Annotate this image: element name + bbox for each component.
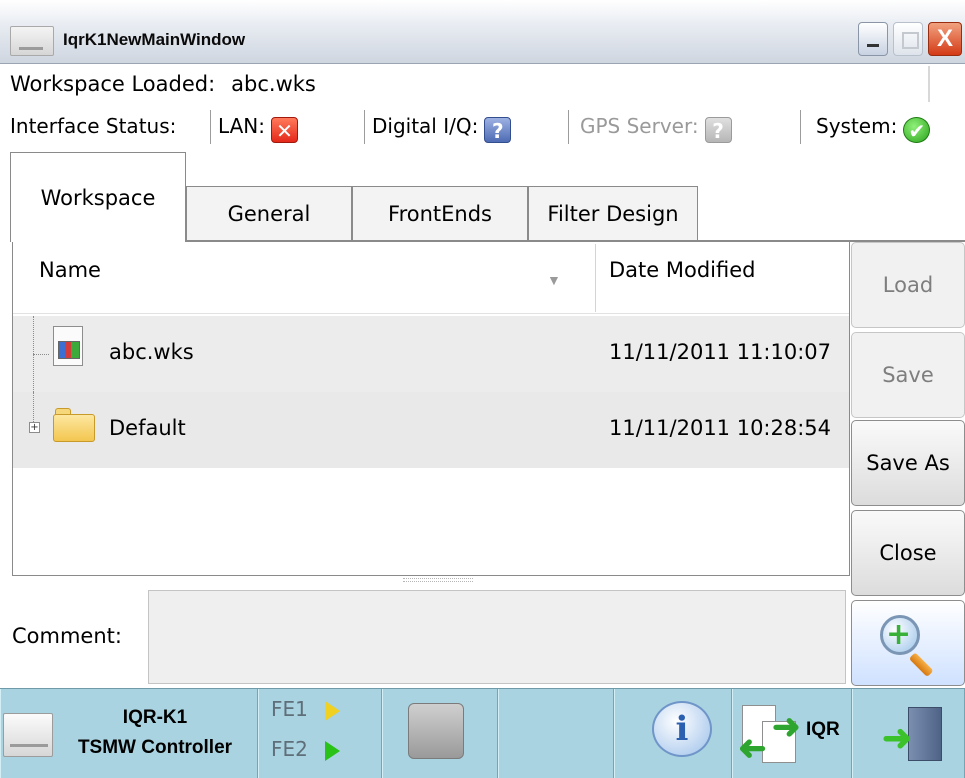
expand-plus-icon[interactable]: +: [29, 422, 40, 433]
controller-line-2: TSMW Controller: [77, 737, 233, 758]
digital-iq-status: Digital I/Q:?: [372, 114, 512, 143]
minimize-button[interactable]: [858, 22, 888, 56]
tree-line: [33, 354, 49, 355]
divider: [568, 110, 569, 144]
controller-button[interactable]: IQR-K1 TSMW Controller: [0, 689, 258, 778]
tab-general[interactable]: General: [186, 186, 352, 242]
list-header: Name ▼ Date Modified: [13, 242, 849, 314]
unknown-disabled-icon: ?: [704, 117, 732, 143]
window-title: IqrK1NewMainWindow: [63, 30, 246, 49]
controller-label: IQR-K1 TSMW Controller: [55, 703, 255, 763]
stop-icon: [408, 703, 464, 759]
fe1-play-icon: [325, 701, 340, 721]
column-separator[interactable]: [595, 244, 596, 312]
iqr-transfer-icon: ➜ ➜: [738, 703, 801, 768]
folder-name: Default: [109, 416, 186, 440]
interface-status-row: Interface Status: LAN: ✕ Digital I/Q:? GP…: [0, 106, 965, 150]
workspace-loaded-row: Workspace Loaded: abc.wks: [10, 72, 316, 96]
close-button[interactable]: Close: [851, 510, 965, 596]
lan-label: LAN:: [218, 114, 265, 138]
title-bar[interactable]: IqrK1NewMainWindow X: [0, 0, 965, 64]
divider: [800, 110, 801, 144]
column-header-name[interactable]: Name: [39, 258, 101, 282]
system-label: System:: [816, 114, 898, 138]
fe2-label: FE2: [271, 737, 308, 761]
file-name: abc.wks: [109, 340, 194, 364]
magnifier-plus-icon: +: [878, 613, 938, 678]
system-status: System: ✔: [816, 114, 931, 143]
controller-line-1: IQR-K1: [122, 707, 188, 728]
gps-server-status: GPS Server:?: [580, 114, 732, 143]
save-button[interactable]: Save: [851, 332, 965, 418]
sort-chevron-down-icon: ▼: [547, 272, 561, 288]
maximize-button[interactable]: [893, 22, 923, 56]
comment-field[interactable]: [148, 590, 846, 684]
ok-check-icon: ✔: [903, 117, 931, 143]
bottom-toolbar: IQR-K1 TSMW Controller FE1 FE2 i ➜ ➜ IQR …: [0, 688, 965, 778]
tab-filter-design[interactable]: Filter Design: [528, 186, 698, 242]
column-header-date-modified[interactable]: Date Modified: [609, 258, 755, 282]
load-button[interactable]: Load: [851, 242, 965, 328]
folder-icon: [53, 408, 95, 442]
workspace-file-list[interactable]: Name ▼ Date Modified abc.wks 11/11/2011 …: [12, 242, 850, 582]
tab-frontends[interactable]: FrontEnds: [352, 186, 528, 242]
divider: [928, 66, 930, 102]
list-item[interactable]: abc.wks 11/11/2011 11:10:07: [13, 316, 849, 392]
frontend-status-button[interactable]: FE1 FE2: [258, 689, 382, 778]
controller-device-icon: [3, 713, 53, 757]
fe1-label: FE1: [271, 697, 308, 721]
main-window: IqrK1NewMainWindow X Workspace Loaded: ab…: [0, 0, 965, 778]
fe2-play-icon: [325, 741, 340, 761]
iqr-label: IQR: [806, 719, 840, 740]
exit-door-icon: ➜: [882, 705, 946, 765]
app-icon: [10, 26, 54, 56]
splitter-handle[interactable]: [403, 578, 473, 582]
error-icon: ✕: [270, 117, 298, 143]
workspace-loaded-label: Workspace Loaded:: [10, 72, 216, 96]
comment-label: Comment:: [12, 624, 122, 648]
divider: [210, 110, 211, 144]
save-as-button[interactable]: Save As: [851, 420, 965, 506]
info-icon: i: [652, 701, 712, 757]
close-window-button[interactable]: X: [928, 22, 962, 56]
file-date-modified: 11/11/2011 11:10:07: [609, 340, 832, 364]
tab-bar: Workspace General FrontEnds Filter Desig…: [0, 152, 965, 242]
digital-iq-label: Digital I/Q:: [372, 114, 479, 138]
interface-status-label: Interface Status:: [10, 114, 177, 138]
lan-status: LAN: ✕: [218, 114, 298, 143]
tab-workspace[interactable]: Workspace: [10, 152, 186, 242]
gps-server-label: GPS Server:: [580, 114, 699, 138]
workspace-loaded-value: abc.wks: [231, 72, 316, 96]
empty-toolbar-slot: [498, 689, 614, 778]
new-workspace-button[interactable]: +: [851, 600, 965, 686]
folder-date-modified: 11/11/2011 10:28:54: [609, 416, 832, 440]
unknown-icon: ?: [484, 117, 512, 143]
workspace-file-icon: [53, 326, 83, 366]
list-item[interactable]: + Default 11/11/2011 10:28:54: [13, 392, 849, 468]
tree-line: [33, 392, 34, 422]
divider: [364, 110, 365, 144]
